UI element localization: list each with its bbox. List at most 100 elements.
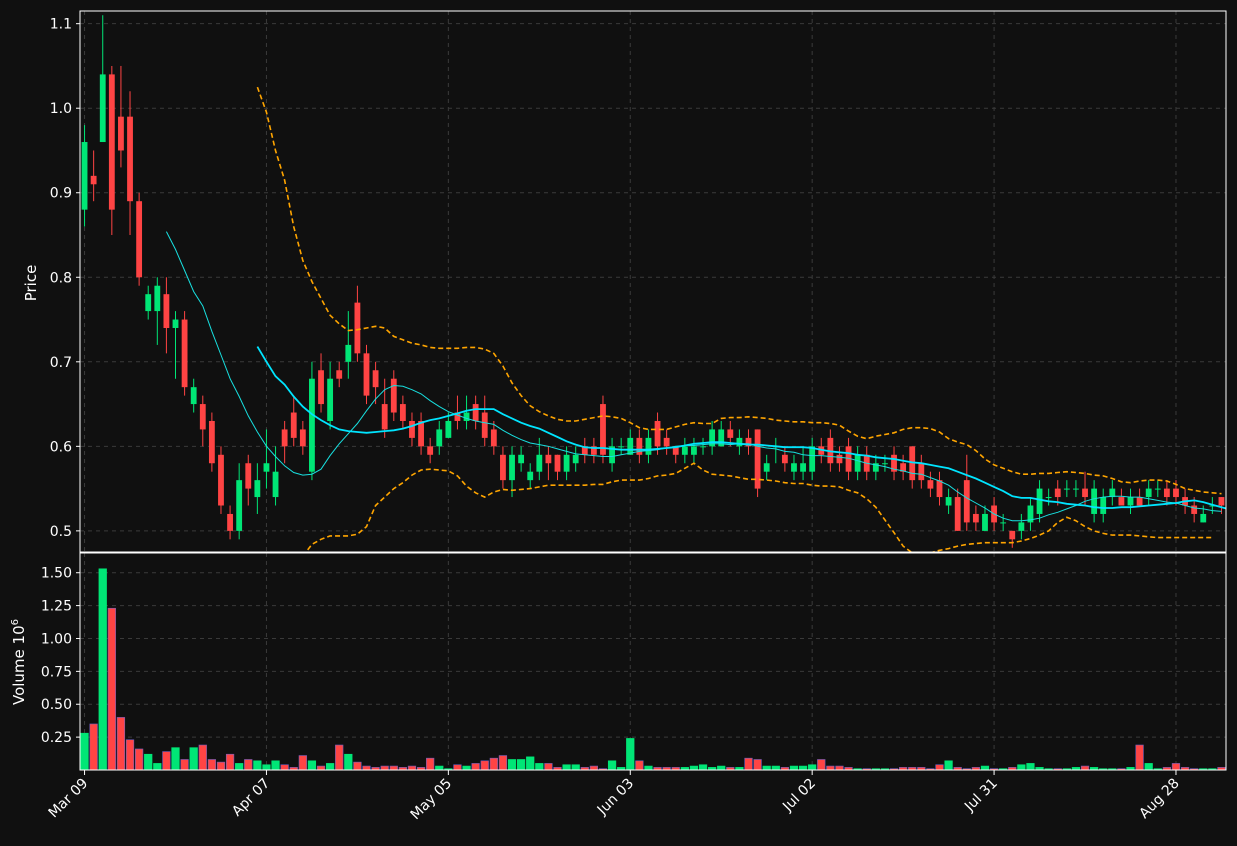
volume-bar: [316, 765, 326, 771]
volume-bar: [698, 764, 708, 771]
candle-body: [172, 319, 179, 328]
candle-body: [136, 201, 143, 278]
candle-body: [781, 454, 788, 464]
volume-bar: [635, 760, 644, 771]
volume-bar: [180, 759, 189, 771]
candle-body: [127, 116, 133, 202]
volume-bar: [207, 759, 217, 771]
candle-body: [427, 446, 434, 455]
candle-body: [472, 404, 479, 421]
candle-body: [800, 463, 806, 472]
volume-bar: [280, 764, 289, 771]
volume-bar: [216, 761, 226, 771]
volume-bar: [462, 765, 471, 771]
candle-body: [1009, 530, 1016, 540]
volume-bar: [480, 760, 489, 771]
price-tick-label: 0.8: [50, 270, 72, 286]
volume-bar: [271, 760, 280, 771]
candle-body: [1218, 497, 1225, 506]
candle-body: [363, 353, 370, 396]
volume-bar: [1017, 764, 1026, 771]
volume-bar: [1135, 744, 1144, 771]
candle-body: [245, 463, 252, 489]
volume-bar: [798, 765, 808, 771]
volume-bar: [516, 759, 526, 771]
volume-bar: [98, 568, 107, 771]
candle-body: [554, 454, 561, 472]
candle-body: [354, 302, 361, 354]
volume-bar: [125, 739, 135, 771]
volume-unit-base: 10: [10, 625, 28, 644]
volume-tick-label: 1.25: [41, 599, 72, 615]
candle-body: [218, 454, 224, 506]
volume-bar: [253, 760, 262, 771]
candle-body: [227, 513, 233, 531]
candle-body: [281, 429, 288, 447]
volume-bar: [1080, 765, 1090, 771]
candle-body: [681, 446, 688, 455]
candle-body: [982, 513, 988, 531]
candle-body: [372, 370, 379, 388]
candle-body: [545, 454, 552, 464]
candle-body: [1063, 488, 1070, 490]
candle-body: [918, 463, 925, 481]
volume-bar: [789, 765, 799, 771]
volume-bar: [589, 765, 599, 771]
candle-body: [81, 142, 88, 210]
candle-body: [263, 463, 270, 472]
candle-body: [691, 446, 697, 455]
candle-body: [809, 446, 816, 472]
candle-body: [791, 463, 797, 472]
candle-body: [645, 437, 652, 455]
candle-body: [1082, 488, 1088, 498]
volume-bar: [298, 755, 307, 771]
candle-body: [1154, 488, 1161, 490]
volume-bar: [1026, 763, 1035, 771]
volume-bar: [325, 763, 335, 771]
volume-tick-label: 0.50: [41, 697, 72, 713]
volume-bar: [689, 765, 699, 771]
candle-body: [854, 454, 861, 472]
candle-body: [327, 378, 334, 421]
volume-bar: [198, 744, 207, 771]
candle-body: [190, 387, 197, 405]
volume-bar: [435, 765, 444, 771]
candle-body: [418, 420, 424, 447]
candle-body: [208, 420, 215, 464]
candle-body: [1118, 497, 1125, 506]
volume-bar: [562, 764, 571, 771]
volume-bar: [353, 761, 362, 771]
financial-chart: 0.5 0.6 0.7 0.8 0.9 1.0 1.1 0.25 0.50 0.75 1.00 1.2…: [0, 0, 1237, 842]
volume-bar: [189, 747, 198, 771]
candle-body: [963, 480, 970, 523]
volume-bar: [471, 763, 480, 771]
price-tick-label: 0.5: [50, 524, 72, 540]
candle-body: [1163, 488, 1170, 498]
candle-body: [1200, 513, 1207, 523]
price-tick-label: 0.9: [50, 186, 72, 202]
volume-tick-label: 0.75: [41, 664, 72, 680]
candle-body: [318, 370, 324, 405]
volume-bar: [980, 765, 990, 771]
candle-body: [236, 480, 243, 531]
volume-bar: [244, 759, 253, 771]
volume-bar: [644, 765, 653, 771]
candle-body: [618, 446, 625, 448]
volume-bar: [116, 717, 126, 771]
volume-tick-label: 0.25: [41, 730, 72, 746]
volume-bar: [817, 759, 826, 771]
candle-body: [700, 446, 706, 448]
volume-bar: [626, 738, 635, 771]
volume-label-text: Volume: [10, 644, 28, 705]
volume-bar: [526, 756, 535, 771]
volume-bar: [717, 765, 726, 771]
volume-bar: [134, 748, 144, 771]
candle-body: [500, 454, 506, 481]
candle-body: [1136, 497, 1143, 506]
candle-body: [972, 513, 979, 523]
candle-body: [445, 420, 452, 438]
volume-bar: [344, 753, 353, 771]
volume-bar: [89, 723, 98, 771]
price-axis-label: Price: [22, 265, 40, 302]
price-tick-label: 0.7: [50, 355, 72, 371]
